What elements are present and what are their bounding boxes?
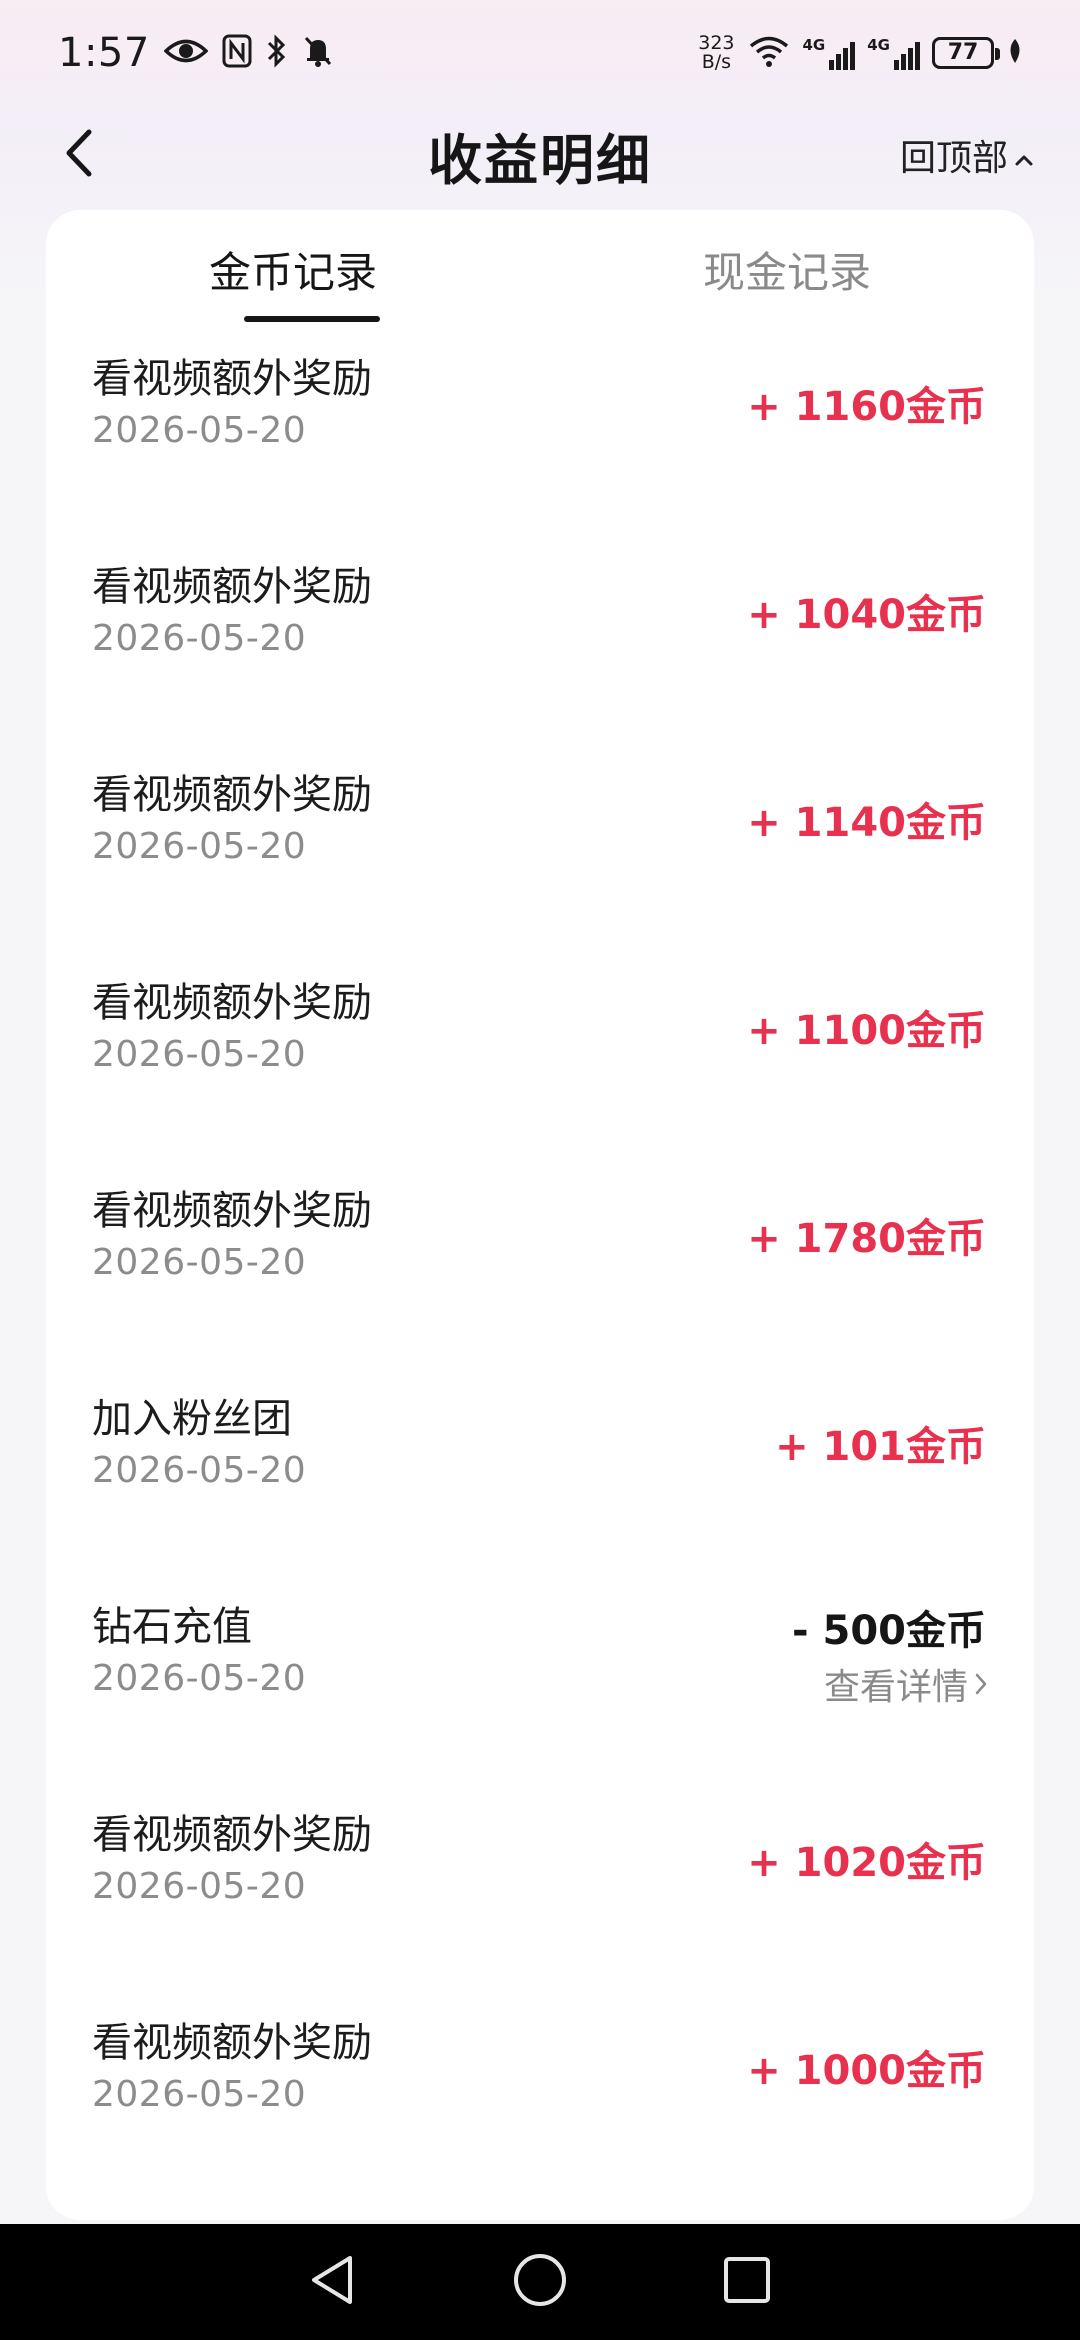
battery-level: 77 [947, 40, 979, 65]
list-item[interactable]: 看视频额外奖励 2026-05-20 + 1160金币 [46, 328, 1034, 536]
nav-recents-button[interactable] [712, 2247, 782, 2317]
nav-back-button[interactable] [298, 2247, 368, 2317]
record-tabs: 金币记录 现金记录 [46, 210, 1034, 328]
record-date: 2026-05-20 [92, 410, 307, 451]
wifi-icon [747, 34, 791, 72]
app-header: 收益明细 回顶部 [0, 105, 1080, 205]
tab-cash-records[interactable]: 现金记录 [540, 210, 1034, 328]
record-name: 看视频额外奖励 [92, 980, 372, 1026]
view-details-link[interactable]: 查看详情 [824, 1658, 988, 1710]
record-amount: + 1140金币 [747, 800, 986, 846]
system-navigation-bar [0, 2224, 1080, 2340]
nav-home-button[interactable] [505, 2247, 575, 2317]
triangle-back-icon [308, 2253, 358, 2311]
list-item[interactable]: 看视频额外奖励 2026-05-20 + 1040金币 [46, 536, 1034, 744]
battery-icon: 77 [932, 36, 1000, 69]
mute-bell-icon [302, 34, 334, 72]
record-name: 看视频额外奖励 [92, 356, 372, 402]
list-item[interactable]: 加入粉丝团 2026-05-20 + 101金币 [46, 1368, 1034, 1576]
earnings-detail-page: 1:57 323 B/s 4G 4G 77 收益明细 回顶部 金币记录 现金记录… [0, 0, 1080, 2340]
eye-icon [163, 36, 209, 70]
record-date: 2026-05-20 [92, 826, 307, 867]
back-to-top-label: 回顶部 [899, 138, 1008, 179]
bluetooth-icon [266, 33, 288, 72]
list-item[interactable]: 看视频额外奖励 2026-05-20 + 1000金币 [46, 1992, 1034, 2200]
network-speed-value: 323 [698, 31, 735, 54]
list-item[interactable]: 钻石充值 2026-05-20 - 500金币 查看详情 [46, 1576, 1034, 1784]
record-name: 看视频额外奖励 [92, 564, 372, 610]
network-speed: 323 B/s [698, 31, 735, 73]
record-name: 看视频额外奖励 [92, 1812, 372, 1858]
tab-coin-records[interactable]: 金币记录 [46, 210, 540, 328]
record-amount: + 101金币 [775, 1424, 986, 1470]
signal-strength-sim2-icon: 4G [867, 36, 920, 70]
record-amount: - 500金币 [791, 1608, 986, 1654]
record-date: 2026-05-20 [92, 1866, 307, 1907]
status-time: 1:57 [58, 29, 150, 76]
signal-strength-sim1-icon: 4G [803, 36, 856, 70]
record-amount: + 1020金币 [747, 1840, 986, 1886]
record-date: 2026-05-20 [92, 1242, 307, 1283]
square-recents-icon [722, 2255, 772, 2309]
record-date: 2026-05-20 [92, 618, 307, 659]
page-title: 收益明细 [428, 128, 652, 192]
coin-record-list: 看视频额外奖励 2026-05-20 + 1160金币 看视频额外奖励 2026… [46, 328, 1034, 2200]
back-to-top-button[interactable]: 回顶部 [900, 127, 1034, 183]
status-right: 323 B/s 4G 4G 77 [698, 31, 1024, 73]
active-tab-indicator [244, 316, 380, 322]
list-item[interactable]: 看视频额外奖励 2026-05-20 + 1020金币 [46, 1784, 1034, 1992]
chevron-left-icon [63, 128, 93, 182]
record-date: 2026-05-20 [92, 1450, 307, 1491]
record-date: 2026-05-20 [92, 1658, 307, 1699]
records-card: 金币记录 现金记录 看视频额外奖励 2026-05-20 + 1160金币 看视… [46, 210, 1034, 2220]
list-item[interactable]: 看视频额外奖励 2026-05-20 + 1100金币 [46, 952, 1034, 1160]
record-amount: + 1100金币 [747, 1008, 986, 1054]
record-amount: + 1040金币 [747, 592, 986, 638]
record-date: 2026-05-20 [92, 2074, 307, 2115]
status-left: 1:57 [58, 30, 334, 76]
circle-home-icon [512, 2252, 568, 2312]
record-amount: + 1780金币 [747, 1216, 986, 1262]
record-date: 2026-05-20 [92, 1034, 307, 1075]
network-speed-unit: B/s [701, 50, 732, 73]
sim1-network-label: 4G [802, 35, 826, 54]
record-name: 看视频额外奖励 [92, 1188, 372, 1234]
record-name: 钻石充值 [92, 1604, 252, 1650]
sim2-network-label: 4G [867, 35, 890, 54]
record-amount: + 1000金币 [747, 2048, 986, 2094]
nfc-icon [222, 34, 252, 72]
status-bar: 1:57 323 B/s 4G 4G 77 [0, 0, 1080, 105]
record-name: 加入粉丝团 [92, 1396, 292, 1442]
list-item[interactable]: 看视频额外奖励 2026-05-20 + 1780金币 [46, 1160, 1034, 1368]
record-name: 看视频额外奖励 [92, 772, 372, 818]
back-button[interactable] [48, 125, 108, 185]
record-amount: + 1160金币 [747, 384, 986, 430]
chevron-up-icon [1014, 135, 1034, 176]
list-item[interactable]: 看视频额外奖励 2026-05-20 + 1140金币 [46, 744, 1034, 952]
record-name: 看视频额外奖励 [92, 2020, 372, 2066]
leaf-icon [1006, 37, 1024, 69]
chevron-right-icon [974, 1664, 988, 1705]
view-details-label: 查看详情 [823, 1667, 968, 1708]
